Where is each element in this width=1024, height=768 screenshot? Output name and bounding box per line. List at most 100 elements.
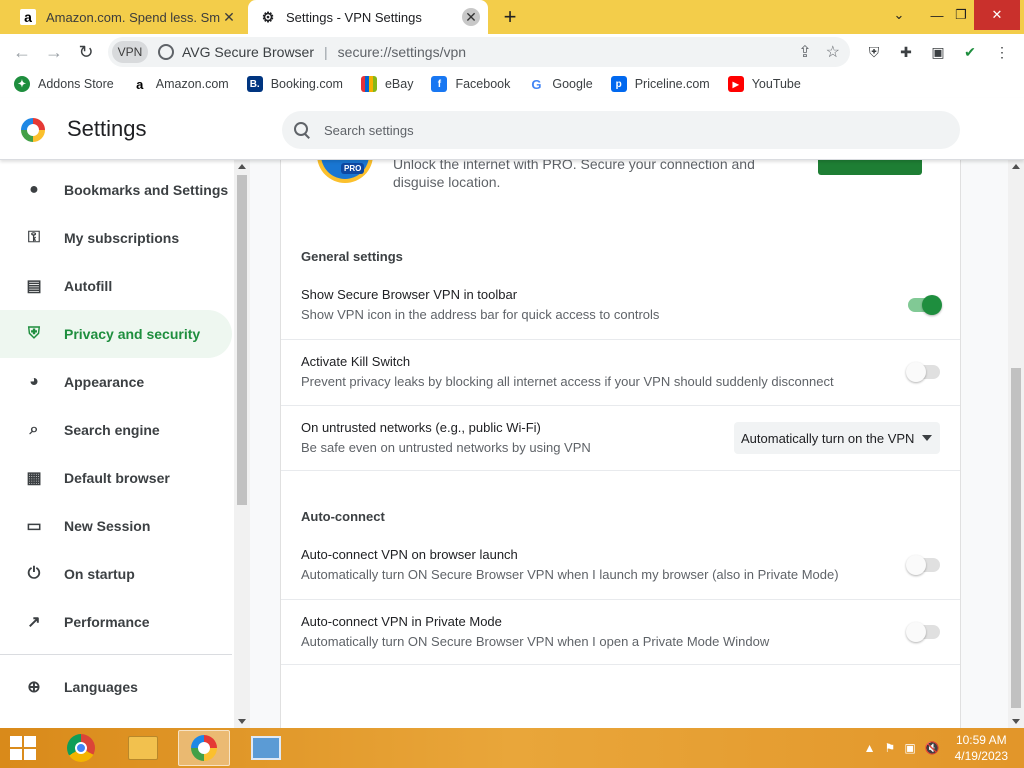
booking-icon: B. [246,76,263,92]
file-explorer-taskbar-icon[interactable] [117,730,169,766]
scroll-down-arrow-icon[interactable] [1012,719,1020,724]
new-tab-button[interactable]: + [498,4,522,29]
autoconnect-private-toggle[interactable] [906,622,940,642]
bookmark-amazon[interactable]: a Amazon.com [131,76,229,92]
settings-sidebar: ● Bookmarks and Settings ⚿ My subscripti… [0,160,234,728]
action-center-flag-icon[interactable]: ⚑ [885,741,896,755]
untrusted-networks-select[interactable]: Automatically turn on the VPN [734,422,940,454]
bookmark-booking[interactable]: B. Booking.com [246,76,343,92]
show-vpn-toolbar-toggle[interactable] [908,295,942,315]
shield-icon: ⛨ [27,325,40,342]
sidebar-item-label: New Session [64,518,151,534]
bookmark-priceline[interactable]: p Priceline.com [610,76,710,92]
restore-icon[interactable]: ❐ [944,0,978,30]
bookmark-label: Booking.com [270,77,343,91]
bookmarks-bar: ✦ Addons Store a Amazon.com B. Booking.c… [0,70,1024,98]
menu-kebab-icon[interactable]: ⋮ [992,42,1012,62]
tab-strip: a Amazon.com. Spend less. Smile m ✕ ⚙ Se… [0,0,1024,34]
sidebar-item-performance[interactable]: ↗ Performance [0,598,232,646]
control-panel-taskbar-icon[interactable] [240,730,292,766]
forward-button[interactable]: → [42,40,66,64]
sidebar-item-label: Default browser [64,470,170,486]
tab-list-chevron-down-icon[interactable]: ⌄ [882,0,916,30]
tab-settings[interactable]: ⚙ Settings - VPN Settings ✕ [248,0,488,34]
sidebar-item-languages[interactable]: ⊕ Languages [0,663,232,711]
main-scrollbar[interactable] [1008,160,1024,728]
close-icon[interactable]: ✕ [462,8,480,26]
sidebar-item-new-session[interactable]: ▭ New Session [0,502,232,550]
avg-shield-icon [158,44,174,60]
tab-title: Settings - VPN Settings [286,9,422,25]
sidebar-item-privacy-and-security[interactable]: ⛨ Privacy and security [0,310,232,358]
autoconnect-launch-toggle[interactable] [906,555,940,575]
scrollbar-thumb[interactable] [237,175,247,505]
window-close-button[interactable]: ✕ [974,0,1020,30]
upgrade-button[interactable] [818,160,922,175]
scroll-up-arrow-icon[interactable] [238,164,246,169]
setting-subtitle: Automatically turn ON Secure Browser VPN… [301,634,770,649]
windows-start-icon[interactable] [10,736,38,762]
extensions-puzzle-icon[interactable]: ✚ [896,42,916,62]
sidebar-scrollbar[interactable] [234,160,250,728]
bookmark-label: YouTube [751,77,801,91]
sidebar-item-on-startup[interactable]: ⏻ On startup [0,550,232,598]
trending-icon: ↗ [27,614,41,631]
url-text[interactable]: secure://settings/vpn [338,44,466,60]
person-icon: ● [29,181,39,198]
gear-icon: ⚙ [261,8,275,25]
vpn-settings-card: PRO Unlock the internet with PRO. Secure… [280,160,961,728]
avg-browser-taskbar-icon[interactable] [178,730,230,766]
scrollbar-thumb[interactable] [1011,368,1021,708]
vpn-button[interactable]: VPN [112,41,148,63]
sidebar-item-appearance[interactable]: ◕ Appearance [0,358,232,406]
bookmark-youtube[interactable]: ▶ YouTube [727,76,801,92]
search-input[interactable]: Search settings [282,111,960,149]
sidebar-item-autofill[interactable]: ▤ Autofill [0,262,232,310]
sidebar-item-search-engine[interactable]: ⌕ Search engine [0,406,232,454]
scroll-down-arrow-icon[interactable] [238,719,246,724]
show-hidden-icons-chevron-up-icon[interactable]: ▲ [864,741,876,755]
sidebar-item-bookmarks-and-settings[interactable]: ● Bookmarks and Settings [0,166,232,214]
setting-title: Activate Kill Switch [301,354,411,369]
network-icon[interactable]: ▣ [904,741,915,755]
bookmark-ebay[interactable]: eBay [360,76,413,92]
chrome-taskbar-icon[interactable] [55,730,107,766]
setting-row-untrusted-networks: On untrusted networks (e.g., public Wi-F… [281,405,960,470]
kill-switch-toggle[interactable] [906,362,940,382]
sidebar-divider [0,654,232,655]
share-icon[interactable]: ⇪ [798,42,811,62]
close-icon[interactable]: ✕ [220,8,238,26]
scroll-up-arrow-icon[interactable] [1012,164,1020,169]
palette-icon: ◕ [29,373,39,390]
browser-icon: ▦ [26,470,42,487]
reload-button[interactable]: ↻ [74,40,98,64]
bookmark-addons-store[interactable]: ✦ Addons Store [14,76,114,92]
privacy-shield-icon[interactable]: ⛨ [864,42,884,62]
sidebar-item-default-browser[interactable]: ▦ Default browser [0,454,232,502]
sidebar-item-my-subscriptions[interactable]: ⚿ My subscriptions [0,214,232,262]
security-check-icon[interactable]: ✔ [960,42,980,62]
sidebar-panel-icon[interactable]: ▣ [928,42,948,62]
page-title: Settings [67,116,147,141]
facebook-icon: f [431,76,448,92]
bookmark-google[interactable]: G Google [528,76,593,92]
address-bar[interactable]: VPN AVG Secure Browser | secure://settin… [108,37,850,67]
setting-row-kill-switch: Activate Kill Switch Prevent privacy lea… [281,339,960,405]
youtube-icon: ▶ [727,76,744,92]
clock[interactable]: 10:59 AM 4/19/2023 [955,732,1008,764]
tab-amazon[interactable]: a Amazon.com. Spend less. Smile m ✕ [8,0,246,34]
pro-promo-text: Unlock the internet with PRO. Secure you… [393,160,755,190]
star-icon[interactable]: ☆ [826,42,840,62]
chevron-down-icon [922,435,932,441]
volume-muted-icon[interactable]: 🔇 [925,741,940,755]
back-button[interactable]: ← [10,40,34,64]
clock-date: 4/19/2023 [954,749,1008,763]
priceline-icon: p [610,76,627,92]
amazon-icon: a [131,76,148,92]
sidebar-item-label: Performance [64,614,150,630]
search-placeholder: Search settings [324,122,414,138]
clock-time: 10:59 AM [955,733,1007,747]
key-icon: ⚿ [27,229,41,246]
google-icon: G [528,76,545,92]
bookmark-facebook[interactable]: f Facebook [431,76,510,92]
